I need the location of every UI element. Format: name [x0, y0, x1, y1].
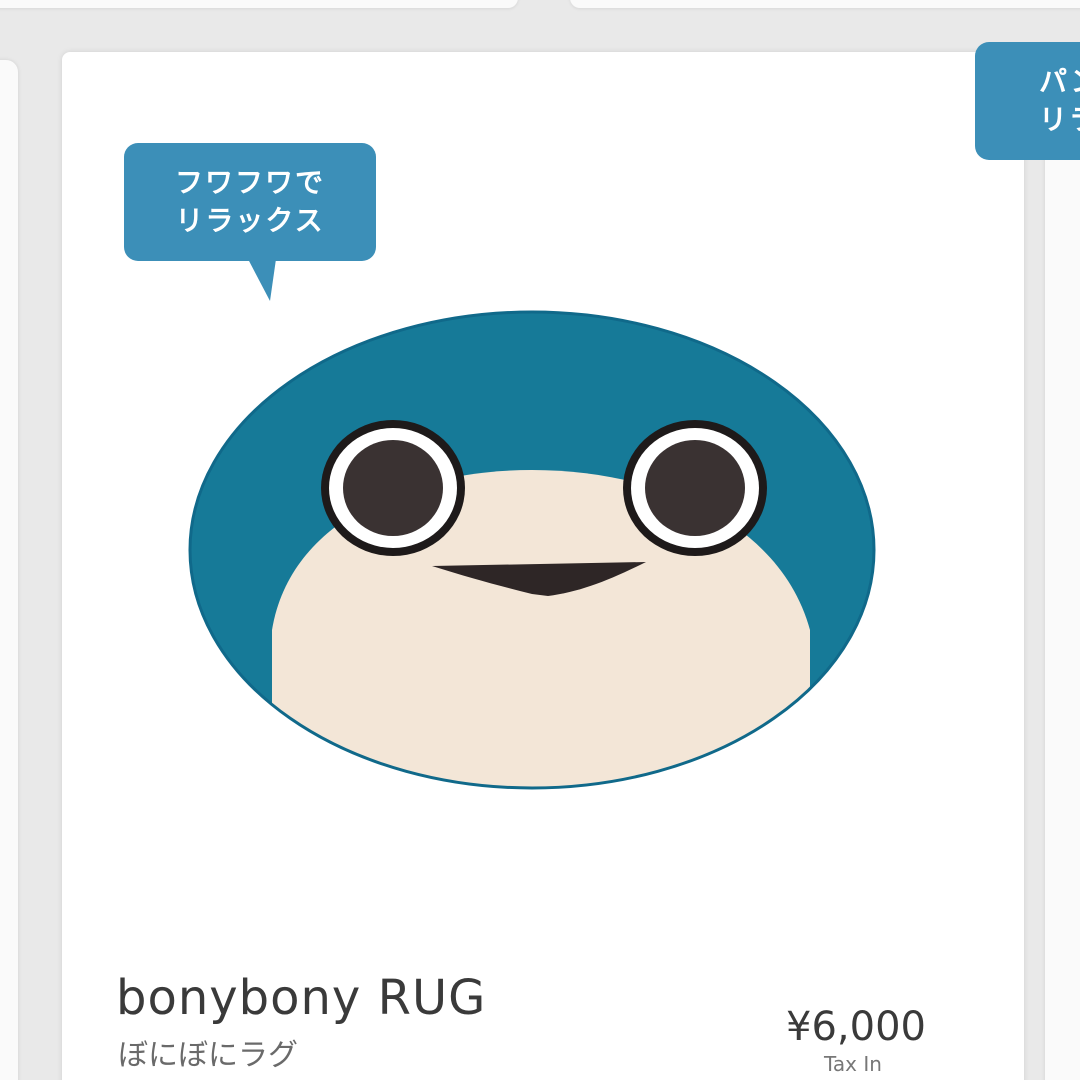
feature-badge-line-1: フワフワで — [174, 166, 325, 200]
adjacent-product-card-right[interactable] — [1045, 58, 1080, 1080]
adjacent-badge-line-1: パン — [1039, 65, 1080, 99]
adjacent-feature-badge: パン リラ — [975, 42, 1080, 160]
product-listing: フワフワで リラックス パン リラ bonyb — [0, 0, 1080, 1080]
previous-card-edge-right — [570, 0, 1080, 8]
feature-badge: フワフワで リラックス — [124, 143, 376, 301]
bonybony-rug-face-image[interactable] — [180, 300, 900, 820]
product-name-japanese: ぼにぼにラグ — [118, 1038, 298, 1073]
product-name[interactable]: bonybony RUG — [116, 970, 486, 1026]
product-price: ¥6,000 — [786, 1004, 926, 1050]
feature-badge-line-2: リラックス — [175, 204, 325, 237]
previous-card-edge — [0, 0, 518, 8]
tax-note: Tax In — [824, 1052, 882, 1076]
adjacent-badge-line-2: リラ — [1039, 103, 1080, 136]
adjacent-product-card-left[interactable] — [0, 60, 18, 1080]
right-eye-icon — [623, 420, 767, 556]
left-eye-icon — [321, 420, 465, 556]
